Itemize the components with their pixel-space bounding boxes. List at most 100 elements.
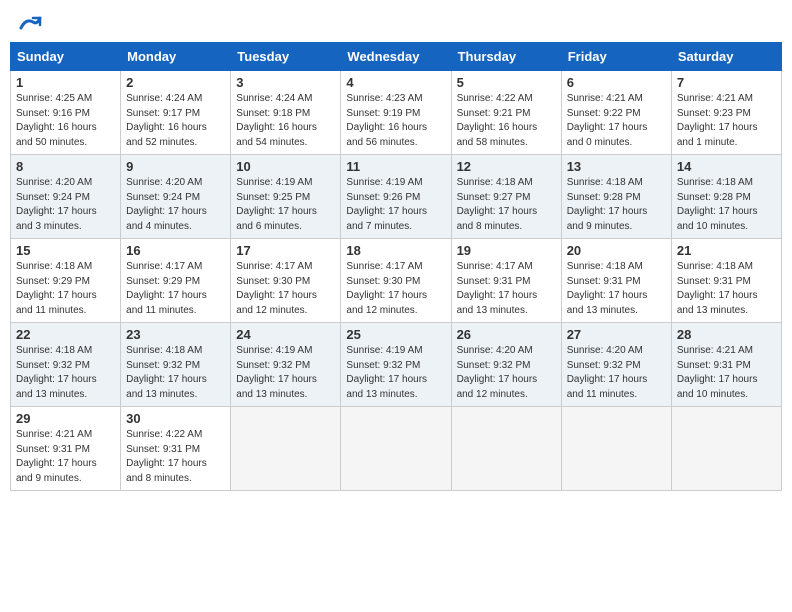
day-of-week-header: Saturday — [671, 43, 781, 71]
day-info: Sunrise: 4:18 AM Sunset: 9:27 PM Dayligh… — [457, 176, 556, 234]
calendar-week-row: 1 Sunrise: 4:25 AM Sunset: 9:16 PM Dayli… — [11, 71, 782, 155]
calendar-day-cell: 18 Sunrise: 4:17 AM Sunset: 9:30 PM Dayl… — [341, 239, 451, 323]
day-info: Sunrise: 4:20 AM Sunset: 9:32 PM Dayligh… — [457, 344, 556, 402]
calendar-day-cell: 25 Sunrise: 4:19 AM Sunset: 9:32 PM Dayl… — [341, 323, 451, 407]
calendar-day-cell: 17 Sunrise: 4:17 AM Sunset: 9:30 PM Dayl… — [231, 239, 341, 323]
calendar-day-cell — [671, 407, 781, 491]
day-of-week-header: Thursday — [451, 43, 561, 71]
day-number: 5 — [457, 75, 556, 90]
calendar-week-row: 22 Sunrise: 4:18 AM Sunset: 9:32 PM Dayl… — [11, 323, 782, 407]
day-number: 18 — [346, 243, 445, 258]
calendar-day-cell — [561, 407, 671, 491]
day-info: Sunrise: 4:18 AM Sunset: 9:29 PM Dayligh… — [16, 260, 115, 318]
day-number: 2 — [126, 75, 225, 90]
calendar-day-cell: 24 Sunrise: 4:19 AM Sunset: 9:32 PM Dayl… — [231, 323, 341, 407]
day-info: Sunrise: 4:20 AM Sunset: 9:24 PM Dayligh… — [126, 176, 225, 234]
day-info: Sunrise: 4:24 AM Sunset: 9:17 PM Dayligh… — [126, 92, 225, 150]
calendar-day-cell: 26 Sunrise: 4:20 AM Sunset: 9:32 PM Dayl… — [451, 323, 561, 407]
calendar-day-cell — [451, 407, 561, 491]
day-number: 28 — [677, 327, 776, 342]
day-info: Sunrise: 4:18 AM Sunset: 9:28 PM Dayligh… — [567, 176, 666, 234]
day-number: 23 — [126, 327, 225, 342]
day-number: 10 — [236, 159, 335, 174]
day-number: 16 — [126, 243, 225, 258]
day-info: Sunrise: 4:24 AM Sunset: 9:18 PM Dayligh… — [236, 92, 335, 150]
day-number: 22 — [16, 327, 115, 342]
day-number: 27 — [567, 327, 666, 342]
day-number: 26 — [457, 327, 556, 342]
calendar-day-cell: 29 Sunrise: 4:21 AM Sunset: 9:31 PM Dayl… — [11, 407, 121, 491]
day-info: Sunrise: 4:17 AM Sunset: 9:29 PM Dayligh… — [126, 260, 225, 318]
calendar-day-cell: 10 Sunrise: 4:19 AM Sunset: 9:25 PM Dayl… — [231, 155, 341, 239]
day-number: 11 — [346, 159, 445, 174]
calendar-day-cell: 1 Sunrise: 4:25 AM Sunset: 9:16 PM Dayli… — [11, 71, 121, 155]
calendar-day-cell: 30 Sunrise: 4:22 AM Sunset: 9:31 PM Dayl… — [121, 407, 231, 491]
day-number: 19 — [457, 243, 556, 258]
day-info: Sunrise: 4:18 AM Sunset: 9:28 PM Dayligh… — [677, 176, 776, 234]
calendar-week-row: 29 Sunrise: 4:21 AM Sunset: 9:31 PM Dayl… — [11, 407, 782, 491]
day-info: Sunrise: 4:18 AM Sunset: 9:32 PM Dayligh… — [126, 344, 225, 402]
calendar-day-cell: 11 Sunrise: 4:19 AM Sunset: 9:26 PM Dayl… — [341, 155, 451, 239]
day-number: 24 — [236, 327, 335, 342]
header — [10, 10, 782, 34]
day-number: 13 — [567, 159, 666, 174]
day-of-week-header: Monday — [121, 43, 231, 71]
day-info: Sunrise: 4:19 AM Sunset: 9:32 PM Dayligh… — [236, 344, 335, 402]
day-info: Sunrise: 4:21 AM Sunset: 9:31 PM Dayligh… — [16, 428, 115, 486]
day-number: 8 — [16, 159, 115, 174]
calendar-day-cell: 13 Sunrise: 4:18 AM Sunset: 9:28 PM Dayl… — [561, 155, 671, 239]
day-info: Sunrise: 4:19 AM Sunset: 9:32 PM Dayligh… — [346, 344, 445, 402]
logo-icon — [18, 10, 42, 34]
logo — [14, 10, 42, 34]
calendar-day-cell: 4 Sunrise: 4:23 AM Sunset: 9:19 PM Dayli… — [341, 71, 451, 155]
calendar-day-cell: 3 Sunrise: 4:24 AM Sunset: 9:18 PM Dayli… — [231, 71, 341, 155]
day-info: Sunrise: 4:18 AM Sunset: 9:32 PM Dayligh… — [16, 344, 115, 402]
day-number: 15 — [16, 243, 115, 258]
day-number: 6 — [567, 75, 666, 90]
day-info: Sunrise: 4:19 AM Sunset: 9:26 PM Dayligh… — [346, 176, 445, 234]
day-number: 17 — [236, 243, 335, 258]
calendar-day-cell: 14 Sunrise: 4:18 AM Sunset: 9:28 PM Dayl… — [671, 155, 781, 239]
day-number: 21 — [677, 243, 776, 258]
day-number: 3 — [236, 75, 335, 90]
day-number: 14 — [677, 159, 776, 174]
day-number: 25 — [346, 327, 445, 342]
day-info: Sunrise: 4:22 AM Sunset: 9:31 PM Dayligh… — [126, 428, 225, 486]
day-of-week-header: Friday — [561, 43, 671, 71]
calendar-day-cell: 7 Sunrise: 4:21 AM Sunset: 9:23 PM Dayli… — [671, 71, 781, 155]
day-info: Sunrise: 4:20 AM Sunset: 9:32 PM Dayligh… — [567, 344, 666, 402]
day-of-week-header: Sunday — [11, 43, 121, 71]
calendar-week-row: 8 Sunrise: 4:20 AM Sunset: 9:24 PM Dayli… — [11, 155, 782, 239]
day-info: Sunrise: 4:22 AM Sunset: 9:21 PM Dayligh… — [457, 92, 556, 150]
calendar-day-cell: 22 Sunrise: 4:18 AM Sunset: 9:32 PM Dayl… — [11, 323, 121, 407]
calendar-day-cell: 12 Sunrise: 4:18 AM Sunset: 9:27 PM Dayl… — [451, 155, 561, 239]
calendar-day-cell: 2 Sunrise: 4:24 AM Sunset: 9:17 PM Dayli… — [121, 71, 231, 155]
calendar-day-cell: 8 Sunrise: 4:20 AM Sunset: 9:24 PM Dayli… — [11, 155, 121, 239]
calendar-header-row: SundayMondayTuesdayWednesdayThursdayFrid… — [11, 43, 782, 71]
day-number: 20 — [567, 243, 666, 258]
day-info: Sunrise: 4:18 AM Sunset: 9:31 PM Dayligh… — [567, 260, 666, 318]
day-info: Sunrise: 4:20 AM Sunset: 9:24 PM Dayligh… — [16, 176, 115, 234]
calendar-day-cell: 5 Sunrise: 4:22 AM Sunset: 9:21 PM Dayli… — [451, 71, 561, 155]
day-number: 4 — [346, 75, 445, 90]
calendar-day-cell: 23 Sunrise: 4:18 AM Sunset: 9:32 PM Dayl… — [121, 323, 231, 407]
day-number: 1 — [16, 75, 115, 90]
day-number: 29 — [16, 411, 115, 426]
day-info: Sunrise: 4:17 AM Sunset: 9:30 PM Dayligh… — [236, 260, 335, 318]
calendar-day-cell: 21 Sunrise: 4:18 AM Sunset: 9:31 PM Dayl… — [671, 239, 781, 323]
calendar-week-row: 15 Sunrise: 4:18 AM Sunset: 9:29 PM Dayl… — [11, 239, 782, 323]
day-info: Sunrise: 4:23 AM Sunset: 9:19 PM Dayligh… — [346, 92, 445, 150]
day-info: Sunrise: 4:17 AM Sunset: 9:30 PM Dayligh… — [346, 260, 445, 318]
calendar-day-cell — [231, 407, 341, 491]
day-info: Sunrise: 4:25 AM Sunset: 9:16 PM Dayligh… — [16, 92, 115, 150]
day-number: 30 — [126, 411, 225, 426]
day-number: 9 — [126, 159, 225, 174]
day-info: Sunrise: 4:19 AM Sunset: 9:25 PM Dayligh… — [236, 176, 335, 234]
calendar-day-cell: 19 Sunrise: 4:17 AM Sunset: 9:31 PM Dayl… — [451, 239, 561, 323]
day-number: 7 — [677, 75, 776, 90]
day-info: Sunrise: 4:17 AM Sunset: 9:31 PM Dayligh… — [457, 260, 556, 318]
calendar-day-cell: 28 Sunrise: 4:21 AM Sunset: 9:31 PM Dayl… — [671, 323, 781, 407]
calendar-day-cell: 16 Sunrise: 4:17 AM Sunset: 9:29 PM Dayl… — [121, 239, 231, 323]
calendar-table: SundayMondayTuesdayWednesdayThursdayFrid… — [10, 42, 782, 491]
day-info: Sunrise: 4:21 AM Sunset: 9:22 PM Dayligh… — [567, 92, 666, 150]
